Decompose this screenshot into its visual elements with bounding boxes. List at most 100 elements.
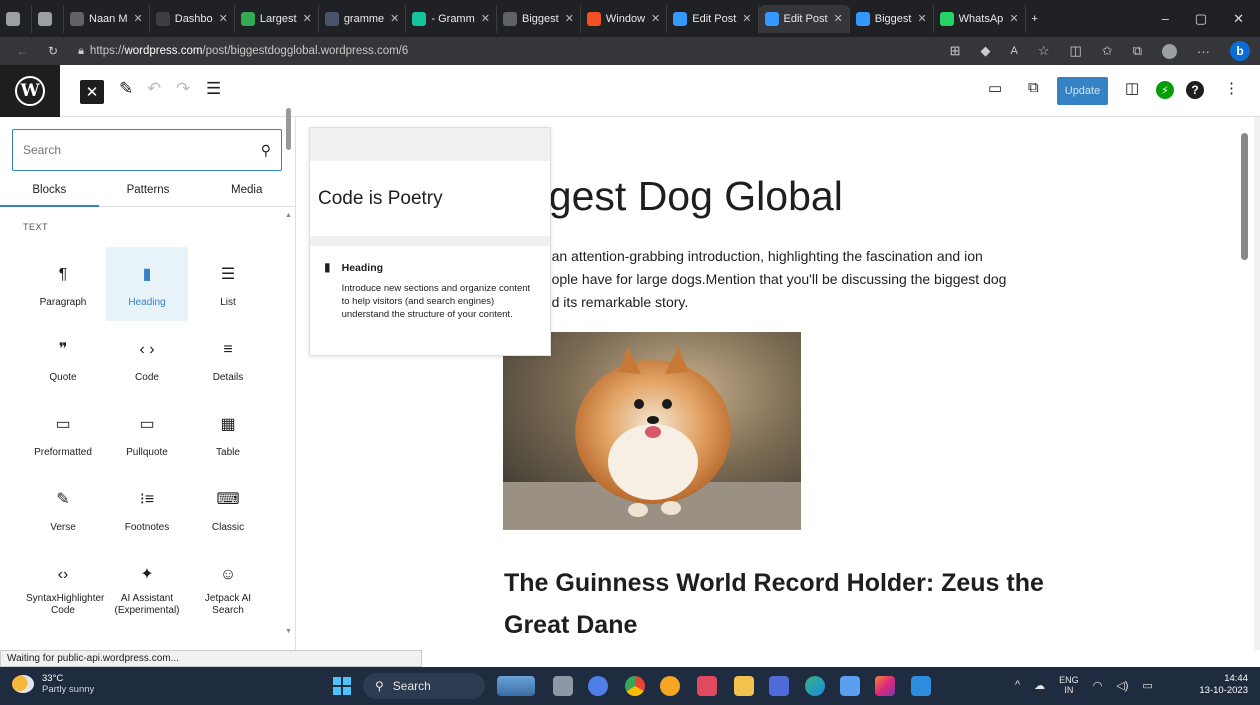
inserter-scrollbar[interactable]: ▲ ▼: [285, 212, 292, 635]
block-item[interactable]: ≡ Details: [187, 322, 269, 396]
task-view-icon[interactable]: [553, 676, 573, 696]
block-item[interactable]: ‹› SyntaxHighlighter Code: [22, 547, 104, 621]
document-overview-icon[interactable]: ☰: [206, 79, 221, 99]
chevron-up-icon[interactable]: ^: [1015, 679, 1020, 691]
tab-close-icon[interactable]: ✕: [390, 12, 399, 25]
preview-icon[interactable]: ▭: [988, 79, 1002, 97]
onedrive-icon[interactable]: ☁: [1034, 679, 1045, 692]
vscode-icon[interactable]: [911, 676, 931, 696]
tab-close-icon[interactable]: ✕: [1009, 12, 1018, 25]
reload-icon[interactable]: ↻: [48, 44, 58, 58]
tab-media[interactable]: Media: [197, 173, 296, 206]
tab-close-icon[interactable]: ✕: [917, 12, 926, 25]
update-button[interactable]: Update: [1057, 77, 1108, 105]
dog-image[interactable]: [503, 332, 801, 530]
block-item[interactable]: ⁝≡ Footnotes: [106, 472, 188, 546]
close-inserter-button[interactable]: ✕: [80, 80, 104, 104]
weather-widget[interactable]: 33°C Partly sunny: [12, 673, 94, 695]
block-item[interactable]: ▦ Table: [187, 397, 269, 471]
start-button[interactable]: [333, 677, 351, 695]
wordpress-logo-button[interactable]: W: [0, 65, 60, 117]
tab-close-icon[interactable]: ✕: [742, 12, 751, 25]
browser-tab[interactable]: [0, 4, 32, 33]
post-title[interactable]: ggest Dog Global: [526, 173, 843, 220]
mail-icon[interactable]: [840, 676, 860, 696]
close-window-icon[interactable]: ✕: [1233, 11, 1244, 27]
profile-icon[interactable]: [1162, 43, 1177, 59]
app-icon[interactable]: [660, 676, 680, 696]
block-item[interactable]: ▭ Pullquote: [106, 397, 188, 471]
split-screen-icon[interactable]: ◫: [1070, 43, 1082, 59]
taskbar-search[interactable]: ⚲ Search: [363, 673, 485, 699]
wifi-icon[interactable]: ◠: [1093, 679, 1103, 692]
block-item[interactable]: ¶ Paragraph: [22, 247, 104, 321]
chrome-icon[interactable]: [625, 676, 645, 696]
block-item[interactable]: ▭ Preformatted: [22, 397, 104, 471]
lock-icon[interactable]: 🔒︎: [78, 45, 84, 58]
jetpack-icon[interactable]: ⚡︎: [1156, 81, 1174, 99]
block-item[interactable]: ❞ Quote: [22, 322, 104, 396]
extension-icon[interactable]: ◆: [981, 43, 991, 59]
chat-icon[interactable]: [588, 676, 608, 696]
apps-icon[interactable]: ⊞: [950, 43, 961, 59]
page-scrollbar[interactable]: [1254, 117, 1260, 650]
browser-tab[interactable]: Biggest ✕: [497, 4, 581, 33]
page-scroll-thumb[interactable]: [1241, 133, 1248, 260]
restore-icon[interactable]: ▢: [1195, 11, 1207, 27]
post-intro-paragraph[interactable]: th an attention-grabbing introduction, h…: [536, 245, 1016, 314]
new-tab-button[interactable]: +: [1026, 5, 1044, 33]
block-item[interactable]: ☰ List: [187, 247, 269, 321]
favorite-star-icon[interactable]: ☆: [1038, 43, 1050, 59]
volume-icon[interactable]: ◁): [1116, 679, 1128, 692]
battery-icon[interactable]: ▭: [1142, 679, 1152, 692]
browser-tab[interactable]: Largest ✕: [235, 4, 319, 33]
help-icon[interactable]: ?: [1186, 81, 1204, 99]
post-heading-zeus[interactable]: The Guinness World Record Holder: Zeus t…: [504, 562, 1064, 646]
tab-blocks[interactable]: Blocks: [0, 173, 99, 207]
redo-icon[interactable]: ↷: [176, 79, 190, 99]
collections-icon[interactable]: ⧉: [1133, 43, 1142, 59]
browser-tab[interactable]: Edit Post ✕: [758, 4, 850, 33]
clock[interactable]: 14:44 13-10-2023: [1196, 673, 1248, 697]
options-menu-icon[interactable]: ⋮: [1224, 79, 1239, 97]
tab-close-icon[interactable]: ✕: [834, 12, 843, 25]
tab-close-icon[interactable]: ✕: [481, 12, 490, 25]
browser-tab[interactable]: gramme ✕: [319, 4, 407, 33]
undo-icon[interactable]: ↶: [147, 79, 161, 99]
block-search-input[interactable]: [23, 143, 261, 157]
block-item[interactable]: ☺ Jetpack AI Search: [187, 547, 269, 621]
browser-tab[interactable]: Window ✕: [581, 4, 668, 33]
browser-tab[interactable]: - Gramm ✕: [406, 4, 497, 33]
favorites-icon[interactable]: ✩: [1102, 43, 1113, 59]
copilot-icon[interactable]: b: [1230, 41, 1250, 61]
tab-close-icon[interactable]: ✕: [134, 12, 143, 25]
more-icon[interactable]: ···: [1197, 44, 1210, 59]
browser-tab[interactable]: [32, 4, 64, 33]
tab-patterns[interactable]: Patterns: [99, 173, 198, 206]
browser-tab[interactable]: Naan M ✕: [64, 4, 150, 33]
view-post-icon[interactable]: ⧉: [1028, 79, 1039, 96]
tab-close-icon[interactable]: ✕: [565, 12, 574, 25]
pocket-icon[interactable]: [697, 676, 717, 696]
block-item[interactable]: ✎ Verse: [22, 472, 104, 546]
store-icon[interactable]: [769, 676, 789, 696]
block-item[interactable]: ⌨ Classic: [187, 472, 269, 546]
block-item[interactable]: ▮ Heading: [106, 247, 188, 321]
browser-tab[interactable]: Biggest ✕: [850, 4, 934, 33]
file-explorer-icon[interactable]: [734, 676, 754, 696]
browser-tab[interactable]: Edit Post ✕: [667, 4, 759, 33]
block-item[interactable]: ‹ › Code: [106, 322, 188, 396]
tab-close-icon[interactable]: ✕: [651, 12, 660, 25]
read-aloud-icon[interactable]: A: [1011, 45, 1018, 57]
minimize-icon[interactable]: –: [1162, 11, 1169, 27]
tab-close-icon[interactable]: ✕: [303, 12, 312, 25]
edit-tool-icon[interactable]: ✎: [119, 79, 133, 99]
tab-close-icon[interactable]: ✕: [219, 12, 228, 25]
block-search-field[interactable]: ⚲: [12, 129, 282, 171]
language-indicator[interactable]: ENG IN: [1059, 675, 1079, 695]
back-icon[interactable]: ←: [16, 44, 28, 58]
inserter-scroll-thumb[interactable]: [286, 108, 291, 150]
edge-icon[interactable]: [805, 676, 825, 696]
settings-sidebar-icon[interactable]: ◫: [1125, 79, 1139, 97]
browser-tab[interactable]: WhatsAp ✕: [934, 4, 1026, 33]
